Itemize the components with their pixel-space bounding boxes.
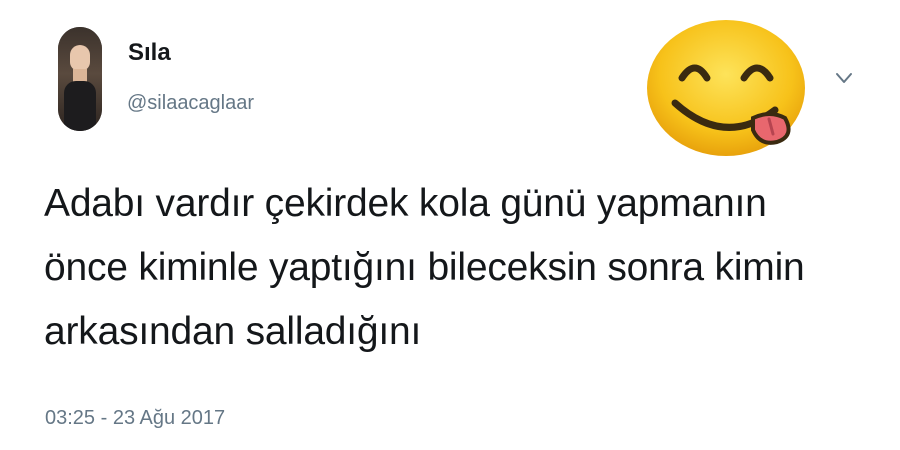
user-avatar[interactable]	[58, 27, 102, 131]
tweet-card: Sıla @silaacaglaar Adabı vardır çekirdek…	[0, 0, 900, 450]
avatar-face	[70, 45, 90, 71]
tweet-text-line: Adabı vardır çekirdek kola günü yapmanın	[44, 182, 767, 225]
chevron-down-icon[interactable]	[834, 70, 854, 86]
tweet-timestamp[interactable]: 03:25 - 23 Ağu 2017	[45, 404, 225, 432]
face-savoring-food-emoji-icon	[647, 20, 805, 156]
tweet-text-line: arkasından salladığını	[44, 310, 422, 353]
display-name[interactable]: Sıla	[128, 38, 171, 68]
tweet-text: Adabı vardır çekirdek kola günü yapmanın…	[44, 172, 864, 364]
avatar-shirt	[64, 81, 96, 131]
tweet-text-line: önce kiminle yaptığını bileceksin sonra …	[44, 246, 805, 289]
user-handle[interactable]: @silaacaglaar	[127, 90, 254, 116]
